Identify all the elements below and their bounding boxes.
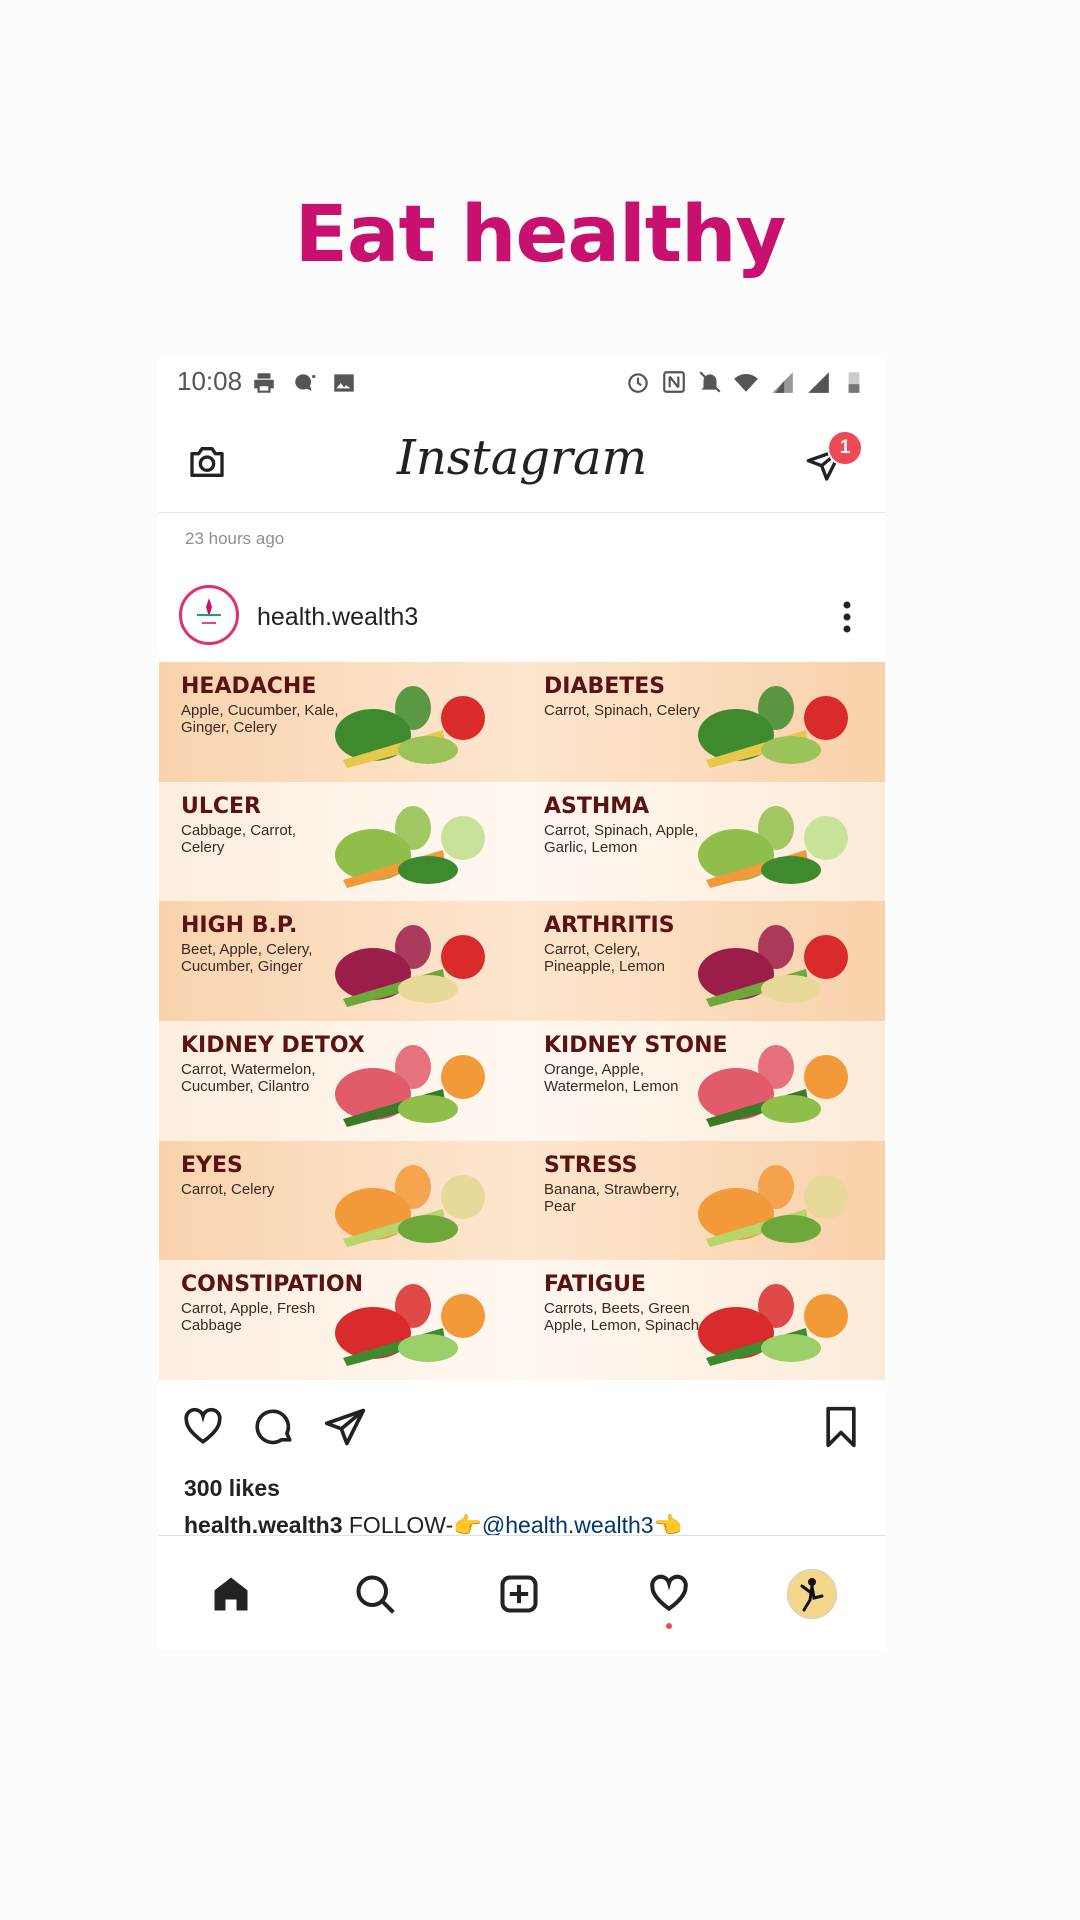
- bookmark-icon[interactable]: [819, 1405, 863, 1449]
- infographic-cell: STRESS Banana, Strawberry, Pear: [522, 1141, 885, 1261]
- signal-icon: [772, 372, 793, 393]
- status-bar: 10:08: [159, 357, 885, 407]
- condition-foods: Carrot, Spinach, Celery: [544, 702, 700, 719]
- condition-title: ARTHRITIS: [544, 913, 675, 939]
- activity-dot: [666, 1623, 672, 1629]
- infographic-cell: CONSTIPATION Carrot, Apple, Fresh Cabbage: [159, 1260, 522, 1380]
- profile-avatar[interactable]: [787, 1569, 837, 1619]
- infographic-cell: KIDNEY STONE Orange, Apple, Watermelon, L…: [522, 1021, 885, 1141]
- headline: Eat healthy: [294, 190, 787, 280]
- heart-icon[interactable]: [181, 1405, 225, 1449]
- infographic-row: EYES Carrot, Celery STRESS Banana, Strawber…: [159, 1140, 885, 1261]
- vegetables-illustration: [335, 925, 485, 1008]
- status-time: 10:08: [177, 366, 243, 396]
- infographic-row: CONSTIPATION Carrot, Apple, Fresh Cabbage…: [159, 1260, 885, 1380]
- condition-foods: Carrot, Apple, Fresh Cabbage: [181, 1300, 316, 1335]
- infographic-cell: ULCER Cabbage, Carrot, Celery: [159, 782, 522, 902]
- vegetables-illustration: [698, 925, 848, 1008]
- infographic-cell: EYES Carrot, Celery: [159, 1141, 522, 1261]
- infographic-row: HEADACHE Apple, Cucumber, Kale, Ginger, C…: [159, 662, 885, 782]
- home-icon[interactable]: [209, 1572, 253, 1616]
- vegetables-illustration: [698, 1284, 848, 1367]
- post-username[interactable]: health.wealth3: [257, 603, 418, 632]
- infographic-cell: FATIGUE Carrots, Beets, Green Apple, Lemo…: [522, 1260, 885, 1380]
- printer-icon: [254, 373, 274, 393]
- instagram-wordmark: Instagram: [396, 430, 648, 486]
- mute-bell-icon: [699, 371, 721, 393]
- vegetables-illustration: [335, 686, 485, 768]
- condition-title: ASTHMA: [544, 793, 650, 819]
- battery-icon: [848, 372, 860, 393]
- instagram-screenshot: 10:08 Instagram 1 23 hours ago health.we…: [159, 357, 885, 1650]
- post-actions: [159, 1397, 885, 1457]
- image-icon: [334, 374, 354, 392]
- condition-foods: Carrot, Celery: [181, 1180, 275, 1198]
- instagram-header: Instagram 1: [159, 412, 885, 513]
- wifi-icon: [734, 374, 758, 392]
- chat-bubble-icon: [295, 374, 316, 391]
- infographic-row: ULCER Cabbage, Carrot, Celery ASTHMA Carrot…: [159, 781, 885, 902]
- search-icon[interactable]: [353, 1572, 397, 1616]
- vegetables-illustration: [698, 805, 848, 888]
- vegetables-illustration: [335, 805, 485, 888]
- post-image[interactable]: HEADACHE Apple, Cucumber, Kale, Ginger, C…: [159, 662, 885, 1380]
- vegetables-illustration: [335, 1045, 485, 1127]
- vegetables-illustration: [698, 686, 848, 768]
- vegetables-illustration: [698, 1164, 848, 1247]
- bottom-nav: [159, 1535, 885, 1650]
- infographic-row: HIGH B.P. Beet, Apple, Celery, Cucumber, …: [159, 901, 885, 1021]
- condition-title: FATIGUE: [544, 1272, 646, 1298]
- infographic-cell: DIABETES Carrot, Spinach, Celery: [522, 662, 885, 782]
- signal-roaming-icon: [808, 372, 829, 393]
- post-author-avatar[interactable]: [179, 585, 239, 645]
- share-icon[interactable]: [323, 1405, 367, 1449]
- vegetables-illustration: [335, 1164, 485, 1247]
- alarm-icon: [628, 373, 648, 393]
- dm-badge: 1: [827, 430, 863, 466]
- condition-foods: Carrot, Watermelon, Cucumber, Cilantro: [181, 1061, 316, 1095]
- more-icon[interactable]: [843, 599, 851, 635]
- condition-title: ULCER: [181, 793, 261, 819]
- condition-foods: Orange, Apple, Watermelon, Lemon: [544, 1061, 679, 1095]
- new-post-icon[interactable]: [497, 1572, 541, 1616]
- condition-title: HIGH B.P.: [181, 913, 298, 939]
- condition-foods: Carrot, Celery, Pineapple, Lemon: [544, 941, 665, 976]
- infographic-cell: ASTHMA Carrot, Spinach, Apple, Garlic, Le…: [522, 782, 885, 902]
- infographic-cell: ARTHRITIS Carrot, Celery, Pineapple, Lemo…: [522, 901, 885, 1021]
- condition-foods: Banana, Strawberry, Pear: [544, 1180, 680, 1215]
- condition-foods: Cabbage, Carrot, Celery: [181, 821, 297, 856]
- vegetables-illustration: [698, 1045, 848, 1127]
- condition-title: DIABETES: [544, 674, 666, 699]
- infographic-cell: HIGH B.P. Beet, Apple, Celery, Cucumber, …: [159, 901, 522, 1021]
- post-header: health.wealth3: [159, 579, 885, 659]
- like-count[interactable]: 300 likes: [184, 1475, 280, 1502]
- condition-foods: Carrots, Beets, Green Apple, Lemon, Spin…: [544, 1300, 700, 1335]
- condition-foods: Beet, Apple, Celery, Cucumber, Ginger: [181, 941, 313, 976]
- infographic-row: KIDNEY DETOX Carrot, Watermelon, Cucumber…: [159, 1021, 885, 1141]
- comment-icon[interactable]: [253, 1405, 297, 1449]
- post-time-ago: 23 hours ago: [185, 529, 285, 548]
- condition-foods: Apple, Cucumber, Kale, Ginger, Celery: [181, 702, 339, 736]
- infographic-cell: KIDNEY DETOX Carrot, Watermelon, Cucumber…: [159, 1021, 522, 1141]
- activity-heart-icon[interactable]: [647, 1572, 691, 1616]
- vegetables-illustration: [335, 1284, 485, 1367]
- condition-title: EYES: [181, 1152, 243, 1178]
- condition-foods: Carrot, Spinach, Apple, Garlic, Lemon: [544, 821, 699, 856]
- nfc-icon: [663, 371, 685, 393]
- condition-title: STRESS: [544, 1152, 638, 1178]
- condition-title: HEADACHE: [181, 674, 317, 699]
- infographic-cell: HEADACHE Apple, Cucumber, Kale, Ginger, C…: [159, 662, 522, 782]
